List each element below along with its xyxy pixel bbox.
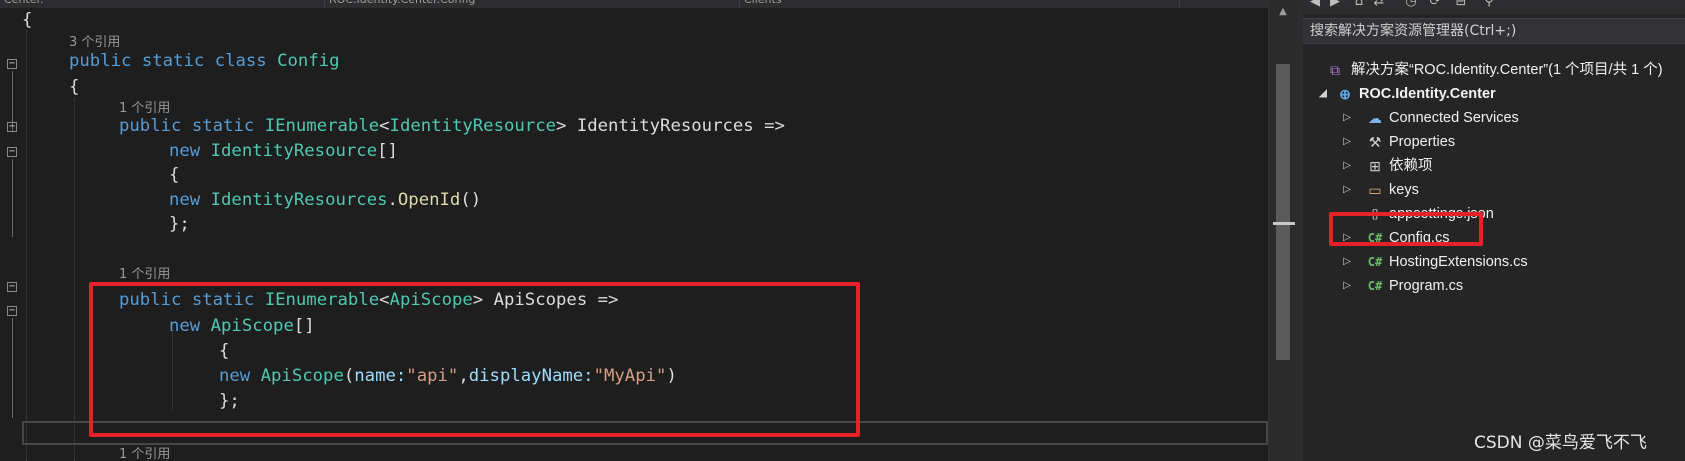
tree-item-label: Properties: [1389, 134, 1456, 150]
code-line-identity-new-array[interactable]: new IdentityResource[]: [169, 139, 398, 163]
wrench-icon: ⚒: [1368, 134, 1382, 150]
properties-icon[interactable]: ⚲: [1481, 0, 1497, 10]
tree-item-label: 依赖项: [1389, 158, 1433, 174]
indent-guide: [74, 98, 75, 461]
scroll-up-arrow-icon[interactable]: ▲: [1269, 6, 1297, 17]
dependencies-icon: ⊞: [1369, 158, 1381, 174]
editor-tab-bar: Center. ROC.Identity.Center.Config Clien…: [0, 0, 1297, 8]
tree-item-hostingextensions-cs[interactable]: ▷ C# HostingExtensions.cs: [1341, 250, 1681, 274]
collapsed-triangle-icon[interactable]: ▷: [1341, 274, 1353, 298]
scrollbar-caret-marker: [1273, 222, 1295, 225]
tab-file[interactable]: Center.: [0, 0, 325, 8]
fold-toggle-apiscopes[interactable]: −: [7, 282, 17, 292]
expanded-triangle-icon[interactable]: ◢: [1317, 82, 1329, 106]
tree-item-project[interactable]: ◢ ⊕ ROC.Identity.Center: [1317, 82, 1677, 106]
codelens-references[interactable]: 1 个引用: [119, 267, 170, 283]
tree-item-label: keys: [1389, 182, 1419, 198]
tree-item-label: Connected Services: [1389, 110, 1519, 126]
csharp-file-icon: C#: [1367, 279, 1383, 293]
fold-toggle-identity-array[interactable]: −: [7, 147, 17, 157]
fold-toggle-class[interactable]: −: [7, 59, 17, 69]
collapsed-triangle-icon[interactable]: ▷: [1341, 178, 1353, 202]
tab-clients-dropdown[interactable]: Clients: [740, 0, 1180, 8]
code-line-identity-close[interactable]: };: [169, 212, 190, 236]
collapse-all-icon[interactable]: ⊟: [1453, 0, 1469, 10]
code-editor[interactable]: Center. ROC.Identity.Center.Config Clien…: [0, 0, 1297, 461]
tree-item-label: 解决方案“ROC.Identity.Center”(1 个项目/共 1 个): [1351, 62, 1663, 78]
back-icon[interactable]: ◀: [1307, 0, 1323, 10]
solution-explorer-search-input[interactable]: 搜索解决方案资源管理器(Ctrl+;): [1303, 18, 1685, 44]
history-icon[interactable]: ◷: [1403, 0, 1419, 10]
annotation-highlight-config-cs: [1329, 212, 1483, 246]
csdn-watermark: CSDN @菜鸟爱飞不飞: [1474, 433, 1647, 453]
web-project-icon: ⊕: [1339, 86, 1351, 102]
scrollbar-thumb[interactable]: [1276, 64, 1290, 360]
forward-icon[interactable]: ▶: [1327, 0, 1343, 10]
tree-item-program-cs[interactable]: ▷ C# Program.cs: [1341, 274, 1681, 298]
fold-line: [12, 159, 13, 237]
editor-vertical-scrollbar[interactable]: ▲: [1268, 0, 1297, 461]
tree-item-dependencies[interactable]: ▷ ⊞ 依赖项: [1341, 154, 1681, 178]
csharp-file-icon: C#: [1367, 255, 1383, 269]
home-icon[interactable]: ⌂: [1351, 0, 1367, 10]
fold-toggle-identity-resources[interactable]: −: [7, 122, 17, 132]
switch-views-icon[interactable]: ⇄: [1371, 0, 1387, 10]
tree-item-keys[interactable]: ▷ ▭ keys: [1341, 178, 1681, 202]
fold-line: [12, 318, 13, 418]
connected-services-icon: ☁: [1368, 110, 1382, 126]
fold-toggle-apiscope-array[interactable]: −: [7, 306, 17, 316]
tree-item-label: HostingExtensions.cs: [1389, 254, 1528, 270]
tree-item-label: ROC.Identity.Center: [1359, 86, 1496, 102]
tab-member-dropdown[interactable]: ROC.Identity.Center.Config: [325, 0, 740, 8]
tree-item-properties[interactable]: ▷ ⚒ Properties: [1341, 130, 1681, 154]
editor-gutter: − − − − −: [0, 8, 22, 461]
annotation-highlight-apiscopes: [89, 282, 860, 437]
collapsed-triangle-icon[interactable]: ▷: [1341, 106, 1353, 130]
code-line-class-brace[interactable]: {: [69, 75, 79, 99]
code-line-identity-resources[interactable]: public static IEnumerable<IdentityResour…: [119, 114, 785, 138]
tree-item-solution[interactable]: ⧉ 解决方案“ROC.Identity.Center”(1 个项目/共 1 个): [1325, 58, 1685, 82]
solution-explorer: ◀ ▶ ⌂ ⇄ ◷ ⟳ ⊟ ⚲ 搜索解决方案资源管理器(Ctrl+;) ⧉ 解决…: [1303, 0, 1685, 461]
code-line-identity-openid[interactable]: new IdentityResources.OpenId(): [169, 188, 481, 212]
solution-explorer-toolbar: ◀ ▶ ⌂ ⇄ ◷ ⟳ ⊟ ⚲: [1303, 0, 1685, 14]
collapsed-triangle-icon[interactable]: ▷: [1341, 154, 1353, 178]
collapsed-triangle-icon[interactable]: ▷: [1341, 130, 1353, 154]
tree-item-label: Program.cs: [1389, 278, 1464, 294]
code-line-identity-open[interactable]: {: [169, 163, 179, 187]
tree-item-connected-services[interactable]: ▷ ☁ Connected Services: [1341, 106, 1681, 130]
collapsed-triangle-icon[interactable]: ▷: [1341, 250, 1353, 274]
code-line-namespace-brace[interactable]: {: [22, 8, 32, 32]
solution-icon: ⧉: [1330, 62, 1340, 78]
sync-icon[interactable]: ⟳: [1427, 0, 1443, 10]
indent-guide: [26, 30, 27, 461]
folder-icon: ▭: [1368, 182, 1382, 198]
code-line-class-declaration[interactable]: public static class Config: [69, 49, 340, 73]
codelens-references[interactable]: 1 个引用: [119, 447, 170, 461]
